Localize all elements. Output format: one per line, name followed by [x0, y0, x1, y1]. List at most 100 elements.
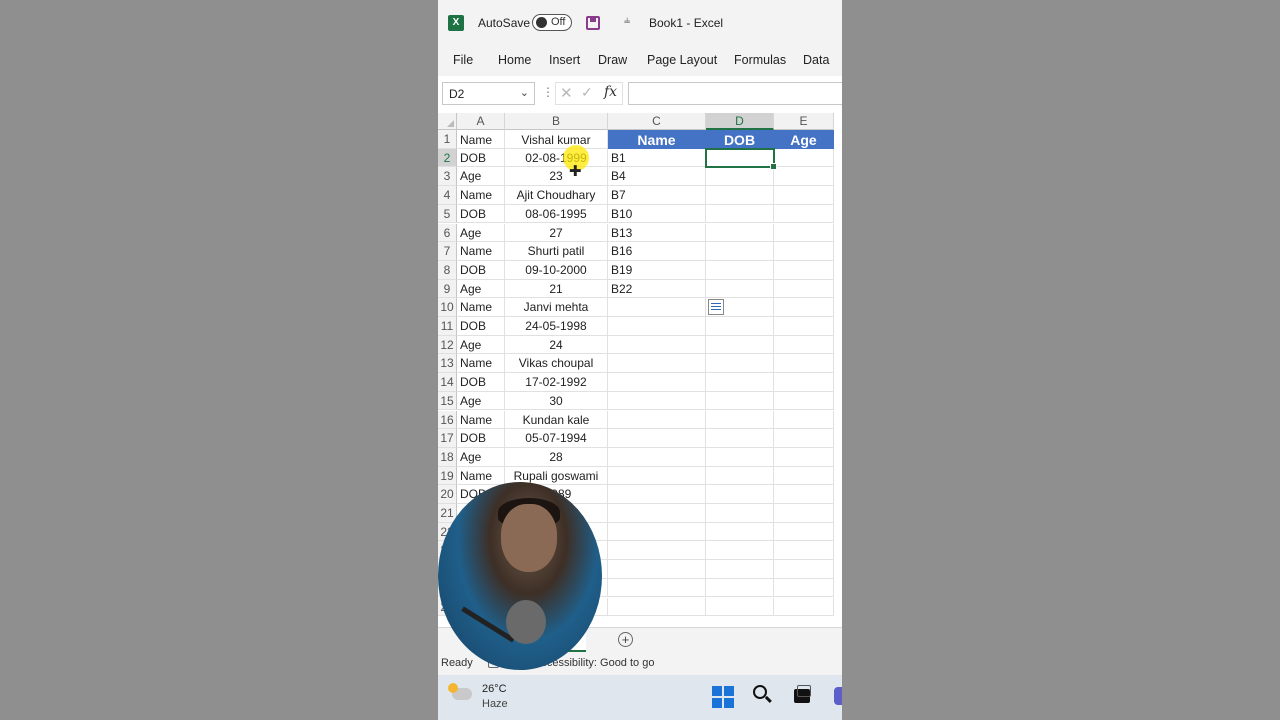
- row-header-1[interactable]: 1: [438, 130, 457, 149]
- cell-b14[interactable]: 17-02-1992: [505, 373, 608, 392]
- save-icon[interactable]: [586, 16, 600, 30]
- quick-analysis-icon[interactable]: [708, 299, 724, 316]
- weather-temperature[interactable]: 26°C: [482, 683, 507, 695]
- column-header-a[interactable]: A: [457, 113, 505, 130]
- row-header-2[interactable]: 2: [438, 148, 457, 168]
- cell-b9[interactable]: 21: [505, 279, 608, 299]
- cell-a2[interactable]: DOB: [457, 148, 505, 168]
- cell-c19[interactable]: [608, 466, 706, 486]
- fill-handle[interactable]: [770, 163, 777, 171]
- cell-c8[interactable]: B19: [608, 260, 706, 280]
- tab-page-layout[interactable]: Page Layout: [647, 53, 717, 67]
- row-header-5[interactable]: 5: [438, 204, 457, 224]
- cell-a19[interactable]: Name: [457, 466, 505, 486]
- cell-c23[interactable]: [608, 541, 706, 561]
- chevron-down-icon[interactable]: ⌄: [520, 86, 529, 99]
- row-header-7[interactable]: 7: [438, 242, 457, 261]
- add-sheet-icon[interactable]: +: [618, 632, 633, 647]
- row-header-13[interactable]: 13: [438, 354, 457, 374]
- cancel-x-icon[interactable]: ✕: [560, 84, 573, 102]
- cell-b2[interactable]: 02-08-1999: [505, 148, 608, 168]
- cell-d20[interactable]: [706, 485, 774, 504]
- cell-d17[interactable]: [706, 429, 774, 448]
- cell-a16[interactable]: Name: [457, 410, 505, 430]
- row-header-11[interactable]: 11: [438, 317, 457, 336]
- tab-insert[interactable]: Insert: [549, 53, 580, 67]
- cell-b7[interactable]: Shurti patil: [505, 242, 608, 261]
- row-header-19[interactable]: 19: [438, 466, 457, 486]
- row-header-16[interactable]: 16: [438, 410, 457, 430]
- customize-qat-icon[interactable]: ⫨: [624, 14, 630, 27]
- cell-a13[interactable]: Name: [457, 354, 505, 374]
- cell-e9[interactable]: [774, 279, 834, 299]
- column-header-c[interactable]: C: [608, 113, 706, 130]
- cell-c10[interactable]: [608, 298, 706, 317]
- cell-c2[interactable]: B1: [608, 148, 706, 168]
- cell-d23[interactable]: [706, 541, 774, 561]
- cell-d21[interactable]: [706, 504, 774, 523]
- row-header-6[interactable]: 6: [438, 223, 457, 243]
- cell-d9[interactable]: [706, 279, 774, 299]
- tab-data[interactable]: Data: [803, 53, 829, 67]
- cell-c1[interactable]: Name: [608, 130, 706, 149]
- cell-c21[interactable]: [608, 504, 706, 523]
- cell-e3[interactable]: [774, 167, 834, 187]
- cell-a14[interactable]: DOB: [457, 373, 505, 392]
- cell-d12[interactable]: [706, 335, 774, 355]
- column-header-d[interactable]: D: [706, 113, 774, 130]
- cell-c17[interactable]: [608, 429, 706, 448]
- row-header-9[interactable]: 9: [438, 279, 457, 299]
- cell-d11[interactable]: [706, 317, 774, 336]
- cell-b13[interactable]: Vikas choupal: [505, 354, 608, 374]
- task-view-icon[interactable]: [794, 685, 811, 703]
- cell-e21[interactable]: [774, 504, 834, 523]
- cell-b5[interactable]: 08-06-1995: [505, 204, 608, 224]
- cell-a9[interactable]: Age: [457, 279, 505, 299]
- cell-e25[interactable]: [774, 578, 834, 598]
- cell-e8[interactable]: [774, 260, 834, 280]
- cell-b15[interactable]: 30: [505, 391, 608, 411]
- cell-a6[interactable]: Age: [457, 223, 505, 243]
- row-header-17[interactable]: 17: [438, 429, 457, 448]
- cell-e11[interactable]: [774, 317, 834, 336]
- column-header-e[interactable]: E: [774, 113, 834, 130]
- cell-e4[interactable]: [774, 186, 834, 205]
- cell-a18[interactable]: Age: [457, 447, 505, 467]
- cell-e22[interactable]: [774, 522, 834, 542]
- cell-c20[interactable]: [608, 485, 706, 504]
- cell-e15[interactable]: [774, 391, 834, 411]
- row-header-8[interactable]: 8: [438, 260, 457, 280]
- cell-b16[interactable]: Kundan kale: [505, 410, 608, 430]
- enter-check-icon[interactable]: ✓: [581, 84, 593, 101]
- cell-c15[interactable]: [608, 391, 706, 411]
- cell-e6[interactable]: [774, 223, 834, 243]
- cell-a11[interactable]: DOB: [457, 317, 505, 336]
- cell-d26[interactable]: [706, 597, 774, 617]
- cell-d4[interactable]: [706, 186, 774, 205]
- tab-draw[interactable]: Draw: [598, 53, 627, 67]
- cell-b3[interactable]: 23: [505, 167, 608, 187]
- cell-c16[interactable]: [608, 410, 706, 430]
- cell-d18[interactable]: [706, 447, 774, 467]
- cell-b11[interactable]: 24-05-1998: [505, 317, 608, 336]
- cell-c18[interactable]: [608, 447, 706, 467]
- cell-d24[interactable]: [706, 560, 774, 579]
- formula-bar-grip-icon[interactable]: ⋮: [542, 85, 554, 99]
- cell-e2[interactable]: [774, 148, 834, 168]
- cell-c3[interactable]: B4: [608, 167, 706, 187]
- cell-b4[interactable]: Ajit Choudhary: [505, 186, 608, 205]
- select-all-corner[interactable]: [438, 113, 457, 130]
- cell-e10[interactable]: [774, 298, 834, 317]
- cell-d8[interactable]: [706, 260, 774, 280]
- cell-e16[interactable]: [774, 410, 834, 430]
- cell-c22[interactable]: [608, 522, 706, 542]
- cell-c25[interactable]: [608, 578, 706, 598]
- cell-c4[interactable]: B7: [608, 186, 706, 205]
- cell-e23[interactable]: [774, 541, 834, 561]
- cell-b6[interactable]: 27: [505, 223, 608, 243]
- cell-a17[interactable]: DOB: [457, 429, 505, 448]
- cell-a5[interactable]: DOB: [457, 204, 505, 224]
- cell-e13[interactable]: [774, 354, 834, 374]
- row-header-18[interactable]: 18: [438, 447, 457, 467]
- cell-b10[interactable]: Janvi mehta: [505, 298, 608, 317]
